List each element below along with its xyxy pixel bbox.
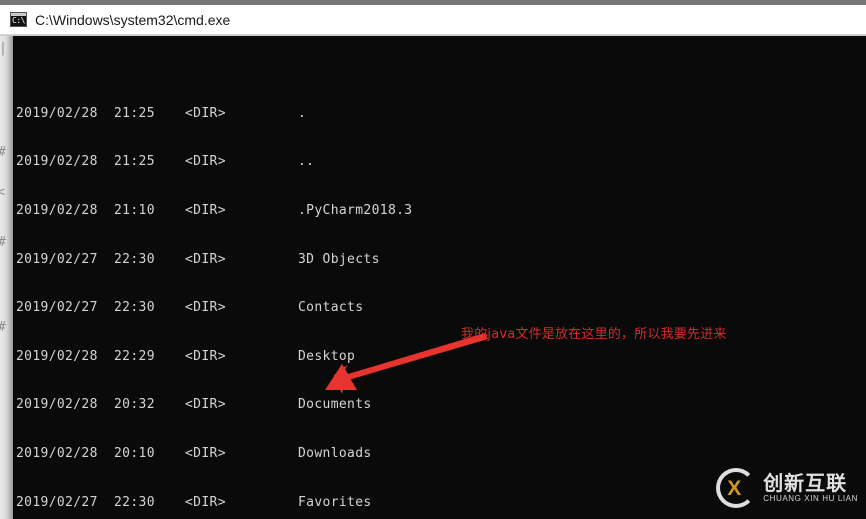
row-type: <DIR> (185, 300, 226, 316)
row-type: <DIR> (185, 397, 226, 413)
screenshot-root: C:\ C:\Windows\system32\cmd.exe | # < # … (0, 0, 866, 519)
row-type: <DIR> (185, 105, 226, 121)
row-time: 22:30 (114, 494, 155, 510)
bleed-artifact: # (0, 146, 6, 159)
row-date: 2019/02/28 (16, 445, 98, 461)
console-output-area[interactable]: 2019/02/28 21:25 <DIR>. 2019/02/28 21:25 <DI… (13, 36, 866, 519)
row-name: Desktop (298, 348, 356, 364)
row-name: Contacts (298, 300, 364, 316)
table-row: 2019/02/28 21:10 <DIR> .PyCharm2018.3 (16, 203, 458, 219)
table-row: 2019/02/27 22:30 <DIR> 3D Objects (16, 252, 458, 268)
row-type: <DIR> (185, 445, 226, 461)
row-type: <DIR> (185, 154, 226, 170)
row-time: 20:10 (114, 445, 155, 461)
row-time: 22:29 (114, 348, 155, 364)
watermark-mark-letter: X (727, 477, 742, 500)
row-type: <DIR> (185, 494, 226, 510)
bleed-artifact: | (0, 41, 7, 56)
table-row: 2019/02/28 20:10 <DIR> Downloads (16, 446, 458, 462)
table-row: 2019/02/27 22:30 <DIR> Favorites (16, 495, 458, 511)
row-time: 22:30 (114, 300, 155, 316)
row-type: <DIR> (185, 348, 226, 364)
row-date: 2019/02/28 (16, 154, 98, 170)
row-date: 2019/02/28 (16, 397, 98, 413)
row-name: .PyCharm2018.3 (298, 203, 413, 218)
window-titlebar[interactable]: C:\ C:\Windows\system32\cmd.exe (0, 5, 866, 35)
row-date: 2019/02/28 (16, 105, 98, 121)
terminal-text: 2019/02/28 21:25 <DIR>. 2019/02/28 21:25 <DI… (16, 41, 458, 519)
watermark-text: 创新互联 CHUANG XIN HU LIAN (763, 472, 858, 504)
row-date: 2019/02/28 (16, 203, 98, 218)
row-type: <DIR> (185, 251, 226, 267)
row-date: 2019/02/27 (16, 251, 98, 267)
table-row: 2019/02/28 21:25 <DIR>.. (16, 154, 458, 170)
row-time: 21:10 (114, 203, 155, 218)
row-name: . (298, 105, 307, 121)
row-date: 2019/02/27 (16, 300, 98, 316)
row-name: 3D Objects (298, 251, 380, 267)
bleed-artifact: # (0, 321, 6, 334)
table-row: 2019/02/28 20:32 <DIR> Documents (16, 397, 458, 413)
table-row: 2019/02/28 22:29 <DIR> Desktop (16, 349, 458, 365)
row-type: <DIR> (185, 203, 226, 218)
watermark-chinese: 创新互联 (763, 471, 848, 495)
row-time: 21:25 (114, 154, 155, 170)
table-row: 2019/02/28 21:25 <DIR>. (16, 106, 458, 122)
row-time: 22:30 (114, 251, 155, 267)
row-time: 21:25 (114, 105, 155, 121)
background-window-bleed-strip: | # < # # (0, 36, 13, 519)
bleed-artifact: < (0, 185, 5, 200)
bleed-artifact: # (0, 236, 6, 249)
row-name: Documents (298, 397, 372, 413)
row-date: 2019/02/28 (16, 348, 98, 364)
annotation-text: 我的java文件是放在这里的，所以我要先进来 (461, 327, 727, 342)
cmd-icon-text: C:\ (12, 16, 25, 25)
cmd-console-icon: C:\ (10, 12, 27, 27)
row-name: Downloads (298, 445, 372, 461)
watermark-pinyin: CHUANG XIN HU LIAN (763, 494, 858, 503)
row-name: Favorites (298, 494, 372, 510)
watermark-logo-icon: X (716, 468, 757, 508)
row-date: 2019/02/27 (16, 494, 98, 510)
watermark: X 创新互联 CHUANG XIN HU LIAN (716, 465, 858, 511)
table-row: 2019/02/27 22:30 <DIR> Contacts (16, 300, 458, 316)
window-title: C:\Windows\system32\cmd.exe (35, 11, 231, 28)
row-name: .. (298, 154, 315, 170)
row-time: 20:32 (114, 397, 155, 413)
